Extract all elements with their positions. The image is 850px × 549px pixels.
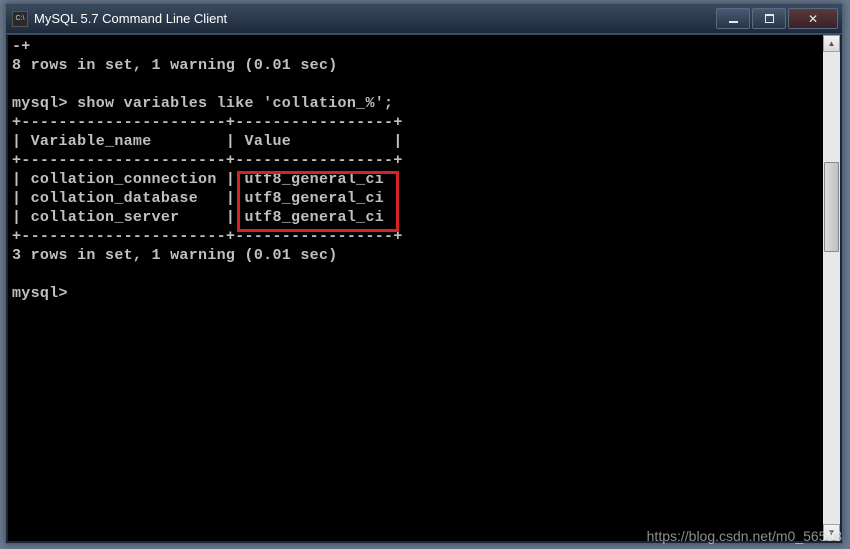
- table-border: +----------------------+----------------…: [12, 152, 403, 169]
- table-row: | collation_connection | utf8_general_ci…: [12, 171, 403, 188]
- title-bar[interactable]: C:\ MySQL 5.7 Command Line Client ✕: [6, 4, 842, 34]
- table-row: | collation_server | utf8_general_ci |: [12, 209, 403, 226]
- scroll-up-button[interactable]: ▲: [823, 35, 840, 52]
- table-header: | Variable_name | Value |: [12, 133, 403, 150]
- line: -+: [12, 38, 31, 55]
- scroll-down-button[interactable]: ▼: [823, 524, 840, 541]
- terminal-area: -+ 8 rows in set, 1 warning (0.01 sec) m…: [6, 34, 842, 543]
- terminal-output[interactable]: -+ 8 rows in set, 1 warning (0.01 sec) m…: [8, 35, 823, 541]
- app-window: C:\ MySQL 5.7 Command Line Client ✕ -+ 8…: [5, 3, 843, 544]
- result-line: 8 rows in set, 1 warning (0.01 sec): [12, 57, 338, 74]
- prompt-waiting: mysql>: [12, 285, 68, 302]
- scrollbar-thumb[interactable]: [824, 162, 839, 252]
- vertical-scrollbar[interactable]: ▲ ▼: [823, 35, 840, 541]
- scrollbar-track[interactable]: [823, 52, 840, 524]
- window-controls: ✕: [716, 8, 838, 29]
- app-icon: C:\: [12, 11, 28, 27]
- minimize-button[interactable]: [716, 8, 750, 29]
- table-row: | collation_database | utf8_general_ci |: [12, 190, 403, 207]
- window-title: MySQL 5.7 Command Line Client: [34, 11, 716, 26]
- result-line: 3 rows in set, 1 warning (0.01 sec): [12, 247, 338, 264]
- maximize-button[interactable]: [752, 8, 786, 29]
- table-border: +----------------------+----------------…: [12, 228, 403, 245]
- prompt-command: mysql> show variables like 'collation_%'…: [12, 95, 393, 112]
- close-button[interactable]: ✕: [788, 8, 838, 29]
- table-border: +----------------------+----------------…: [12, 114, 403, 131]
